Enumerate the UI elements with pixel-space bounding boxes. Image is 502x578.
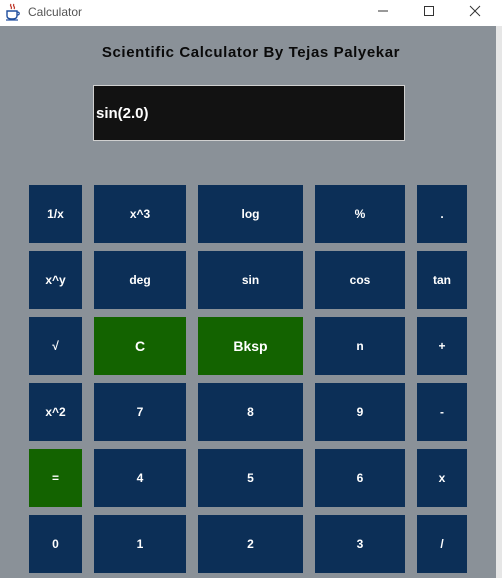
divide-button[interactable]: / [417, 515, 467, 573]
sqrt-button[interactable]: √ [29, 317, 82, 375]
window-right-edge [496, 26, 502, 578]
sin-button[interactable]: sin [198, 251, 303, 309]
close-icon [469, 5, 481, 17]
digit-7-button[interactable]: 7 [94, 383, 186, 441]
cos-button[interactable]: cos [315, 251, 405, 309]
calculator-heading: Scientific Calculator By Tejas Palyekar [101, 44, 401, 61]
subtract-button[interactable]: - [417, 383, 467, 441]
log-button[interactable]: log [198, 185, 303, 243]
minimize-button[interactable] [360, 0, 406, 22]
maximize-button[interactable] [406, 0, 452, 22]
digit-5-button[interactable]: 5 [198, 449, 303, 507]
multiply-button[interactable]: x [417, 449, 467, 507]
minimize-icon [378, 10, 388, 12]
title-bar: Calculator [0, 0, 502, 26]
n-button[interactable]: n [315, 317, 405, 375]
window-title: Calculator [28, 5, 83, 19]
digit-2-button[interactable]: 2 [198, 515, 303, 573]
digit-0-button[interactable]: 0 [29, 515, 82, 573]
digit-1-button[interactable]: 1 [94, 515, 186, 573]
digit-9-button[interactable]: 9 [315, 383, 405, 441]
percent-button[interactable]: % [315, 185, 405, 243]
maximize-icon [424, 6, 434, 16]
clear-button[interactable]: C [94, 317, 186, 375]
add-button[interactable]: + [417, 317, 467, 375]
calculator-display[interactable]: sin(2.0) [93, 85, 405, 141]
java-cup-icon[interactable] [4, 3, 22, 21]
square-button[interactable]: x^2 [29, 383, 82, 441]
close-button[interactable] [452, 0, 498, 22]
digit-8-button[interactable]: 8 [198, 383, 303, 441]
calculator-window: Calculator Scientific Calculator By Teja… [0, 0, 502, 578]
cube-button[interactable]: x^3 [94, 185, 186, 243]
degree-button[interactable]: deg [94, 251, 186, 309]
decimal-button[interactable]: . [417, 185, 467, 243]
digit-6-button[interactable]: 6 [315, 449, 405, 507]
reciprocal-button[interactable]: 1/x [29, 185, 82, 243]
digit-3-button[interactable]: 3 [315, 515, 405, 573]
power-button[interactable]: x^y [29, 251, 82, 309]
backspace-button[interactable]: Bksp [198, 317, 303, 375]
digit-4-button[interactable]: 4 [94, 449, 186, 507]
tan-button[interactable]: tan [417, 251, 467, 309]
equals-button[interactable]: = [29, 449, 82, 507]
